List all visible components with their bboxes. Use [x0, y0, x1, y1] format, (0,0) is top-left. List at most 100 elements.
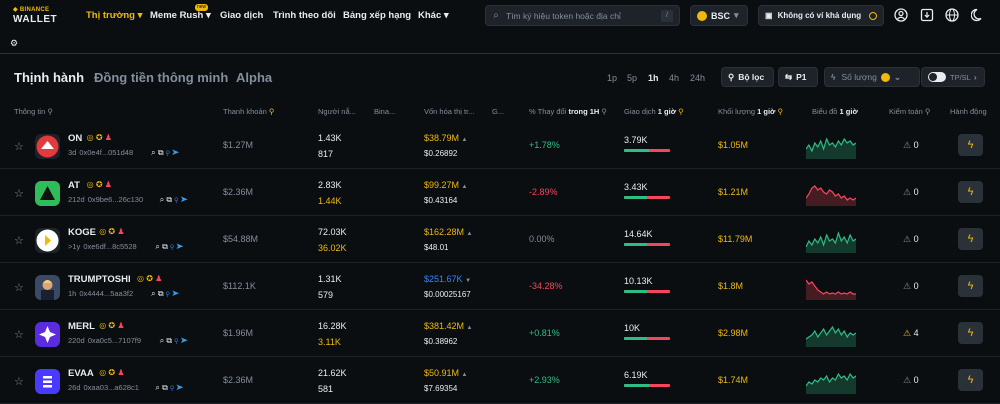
token-name[interactable]: EVAA — [68, 368, 94, 379]
audit-value[interactable]: ⚠ 0 — [903, 281, 919, 292]
copy-icon[interactable]: ⧉ — [166, 195, 172, 204]
favorite-star-icon[interactable]: ☆ — [14, 375, 24, 388]
telegram-icon[interactable]: ➤ — [181, 195, 188, 204]
audit-value[interactable]: ⚠ 0 — [903, 187, 919, 198]
filter-button[interactable]: ⚲ Bộ lọc — [721, 67, 774, 87]
table-row[interactable]: ☆ TRUMPTOSHI ◎ ✪ ♟ 1h 0x4444...5aa3f2 ⌕ ⧉… — [0, 263, 1000, 310]
token-name[interactable]: ON — [68, 133, 82, 144]
header-g[interactable]: G... — [492, 107, 504, 116]
header-info[interactable]: Thông tin ⚲ — [14, 107, 53, 116]
tab-trending[interactable]: Thịnh hành — [14, 70, 84, 85]
search-input[interactable] — [506, 10, 656, 21]
user-icon[interactable] — [894, 8, 908, 22]
quick-buy-button[interactable]: ϟ — [958, 322, 983, 344]
tab-smart-money[interactable]: Đồng tiền thông minh — [94, 70, 228, 85]
copy-icon[interactable]: ⧉ — [158, 289, 164, 298]
tab-alpha[interactable]: Alpha — [236, 70, 272, 85]
user-icon[interactable]: ⚲ — [166, 289, 170, 298]
audit-value[interactable]: ⚠ 0 — [903, 375, 919, 386]
user-icon[interactable]: ⚲ — [174, 336, 178, 345]
chain-selector[interactable]: BSC ▾ — [690, 5, 748, 26]
search-icon[interactable]: ⌕ — [155, 383, 159, 392]
moon-icon[interactable] — [971, 8, 985, 22]
wallet-button[interactable]: ▣ Không có ví khả dụng — [758, 5, 884, 26]
timeframe-1p[interactable]: 1p — [607, 73, 617, 83]
header-liquidity[interactable]: Thanh khoản ⚲ — [223, 107, 274, 116]
quick-buy-button[interactable]: ϟ — [958, 134, 983, 156]
binance-wallet-logo[interactable]: ◆ BINANCE WALLET — [13, 7, 68, 27]
quick-buy-button[interactable]: ϟ — [958, 228, 983, 250]
timeframe-5p[interactable]: 5p — [627, 73, 637, 83]
copy-icon[interactable]: ⧉ — [166, 336, 172, 345]
nav-rankings[interactable]: Bảng xếp hạng — [343, 10, 411, 21]
toggle-switch[interactable] — [928, 72, 946, 82]
nav-markets[interactable]: Thị trường ▾ — [86, 10, 142, 21]
header-transactions[interactable]: Giao dịch 1 giờ ⚲ — [624, 107, 684, 116]
header-audit[interactable]: Kiểm toán ⚲ — [889, 107, 930, 116]
binance-holders-value: 3.11K — [318, 337, 341, 347]
timeframe-4h[interactable]: 4h — [669, 73, 679, 83]
token-address[interactable]: 0xe6df...8c5528 — [83, 242, 136, 251]
header-market-cap[interactable]: Vốn hóa thị tr... — [424, 107, 474, 116]
settings-sliders-icon[interactable]: ⚙ — [10, 38, 18, 49]
table-row[interactable]: ☆ AT ◎ ✪ ♟ 212d 0x9be6...26c130 ⌕ ⧉ ⚲ ➤ $… — [0, 169, 1000, 216]
timeframe-1h[interactable]: 1h — [648, 73, 659, 83]
telegram-icon[interactable]: ➤ — [176, 383, 183, 392]
nav-meme-rush[interactable]: Meme Rush ▾ — [150, 10, 211, 21]
token-name[interactable]: TRUMPTOSHI — [68, 274, 131, 285]
user-icon[interactable]: ⚲ — [166, 148, 170, 157]
nav-tracker[interactable]: Trình theo dõi — [273, 10, 336, 21]
favorite-star-icon[interactable]: ☆ — [14, 281, 24, 294]
token-address[interactable]: 0xa0c5...7107f9 — [88, 336, 141, 345]
header-binance[interactable]: Bina... — [374, 107, 395, 116]
copy-icon[interactable]: ⧉ — [158, 148, 164, 157]
token-address[interactable]: 0x4444...5aa3f2 — [79, 289, 133, 298]
telegram-icon[interactable]: ➤ — [181, 336, 188, 345]
timeframe-24h[interactable]: 24h — [690, 73, 705, 83]
search-icon[interactable]: ⌕ — [155, 242, 159, 251]
token-name[interactable]: AT — [68, 180, 80, 191]
telegram-icon[interactable]: ➤ — [172, 148, 179, 157]
token-name[interactable]: KOGE — [68, 227, 96, 238]
quick-buy-button[interactable]: ϟ — [958, 369, 983, 391]
table-row[interactable]: ☆ EVAA ◎ ✪ ♟ 26d 0xaa03...a628c1 ⌕ ⧉ ⚲ ➤ … — [0, 357, 1000, 404]
table-row[interactable]: ☆ ON ◎ ✪ ♟ 3d 0x0e4f...051d48 ⌕ ⧉ ⚲ ➤ $1.… — [0, 122, 1000, 169]
search-icon[interactable]: ⌕ — [160, 336, 164, 345]
search-icon[interactable]: ⌕ — [160, 195, 164, 204]
user-icon[interactable]: ⚲ — [170, 383, 174, 392]
token-address[interactable]: 0xaa03...a628c1 — [84, 383, 139, 392]
audit-value[interactable]: ⚠ 0 — [903, 140, 919, 151]
favorite-star-icon[interactable]: ☆ — [14, 187, 24, 200]
user-icon[interactable]: ⚲ — [170, 242, 174, 251]
copy-icon[interactable]: ⧉ — [162, 383, 168, 392]
globe-icon[interactable] — [945, 8, 959, 22]
search-box[interactable]: ⌕ / — [485, 5, 680, 26]
search-icon[interactable]: ⌕ — [151, 289, 155, 298]
header-volume[interactable]: Khối lượng 1 giờ ⚲ — [718, 107, 783, 116]
tpsl-toggle[interactable]: TP/SL › — [921, 67, 985, 87]
telegram-icon[interactable]: ➤ — [172, 289, 179, 298]
preset-button[interactable]: ⇆ P1 — [778, 67, 818, 87]
quantity-button[interactable]: ϟ Số lượng ⌄ — [824, 67, 920, 87]
nav-more[interactable]: Khác ▾ — [418, 10, 449, 21]
search-icon[interactable]: ⌕ — [151, 148, 155, 157]
audit-value[interactable]: ⚠ 0 — [903, 234, 919, 245]
audit-value[interactable]: ⚠ 4 — [903, 328, 919, 339]
header-change[interactable]: % Thay đổi trong 1H ⚲ — [529, 107, 607, 116]
favorite-star-icon[interactable]: ☆ — [14, 328, 24, 341]
token-address[interactable]: 0x9be6...26c130 — [88, 195, 143, 204]
download-icon[interactable] — [920, 8, 934, 22]
copy-icon[interactable]: ⧉ — [162, 242, 168, 251]
user-icon[interactable]: ⚲ — [174, 195, 178, 204]
table-row[interactable]: ☆ MERL ◎ ✪ ♟ 220d 0xa0c5...7107f9 ⌕ ⧉ ⚲ ➤… — [0, 310, 1000, 357]
token-name[interactable]: MERL — [68, 321, 95, 332]
quick-buy-button[interactable]: ϟ — [958, 181, 983, 203]
favorite-star-icon[interactable]: ☆ — [14, 234, 24, 247]
header-holders[interactable]: Người nắ... — [318, 107, 356, 116]
token-address[interactable]: 0x0e4f...051d48 — [79, 148, 133, 157]
quick-buy-button[interactable]: ϟ — [958, 275, 983, 297]
nav-trade[interactable]: Giao dịch — [220, 10, 263, 21]
favorite-star-icon[interactable]: ☆ — [14, 140, 24, 153]
telegram-icon[interactable]: ➤ — [176, 242, 183, 251]
table-row[interactable]: ☆ KOGE ◎ ✪ ♟ >1y 0xe6df...8c5528 ⌕ ⧉ ⚲ ➤ … — [0, 216, 1000, 263]
